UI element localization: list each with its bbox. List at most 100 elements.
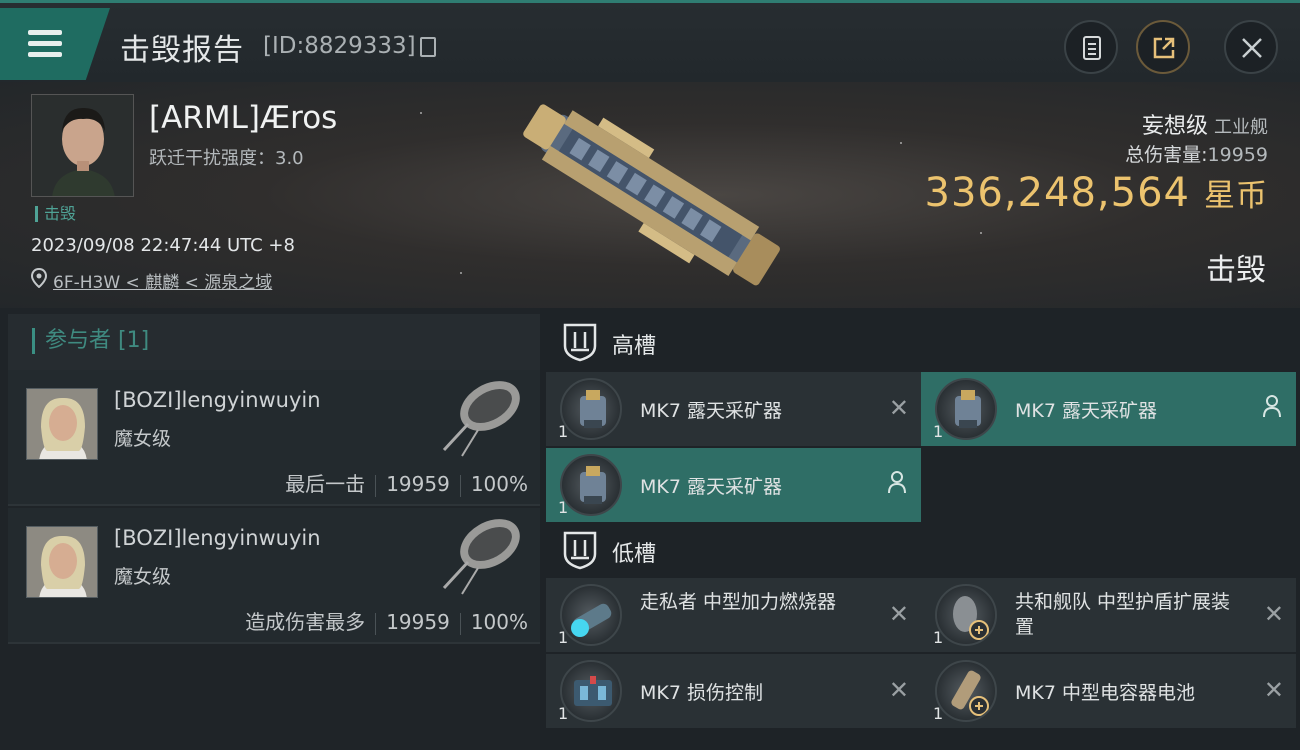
- top-bar: 击毁报告 [ID:8829333]: [0, 0, 1300, 82]
- attacker-percent: 100%: [470, 472, 528, 496]
- mining-laser-icon-art: [580, 466, 606, 504]
- divider: [375, 612, 377, 635]
- attacker-ship-icon[interactable]: [438, 510, 528, 600]
- total-damage-value: 19959: [1207, 144, 1268, 166]
- divider: [459, 612, 461, 635]
- share-button[interactable]: [1136, 20, 1190, 74]
- shield-extender-icon-art: [953, 596, 989, 640]
- attacker-portrait[interactable]: [26, 388, 98, 460]
- star: [420, 112, 422, 114]
- module-quantity: 1: [933, 704, 944, 723]
- mining-laser-icon-art: [955, 390, 981, 428]
- module-name: 共和舰队 中型护盾扩展装置: [1015, 591, 1231, 638]
- module-quantity: 1: [933, 422, 944, 441]
- afterburner-icon: [560, 584, 622, 646]
- attacker-name[interactable]: [BOZI]lengyinwuyin: [114, 526, 321, 550]
- close-icon: [1242, 38, 1262, 58]
- victim-name[interactable]: [ARML]Æros: [149, 100, 337, 136]
- slot-shield-icon: [563, 531, 597, 570]
- attacker-stats: 最后一击 19959 100%: [285, 468, 528, 497]
- total-damage: 总伤害量:19959: [1125, 140, 1268, 167]
- isk-unit: 星币: [1204, 178, 1268, 214]
- victim-portrait[interactable]: [31, 94, 134, 197]
- pilot-portrait-icon: [32, 95, 133, 196]
- clipboard-icon: [1083, 36, 1101, 60]
- destroyed-x-icon: ✕: [1263, 600, 1284, 628]
- destroyed-x-icon: ✕: [888, 394, 909, 422]
- module-item[interactable]: 1 共和舰队 中型护盾扩展装置 ✕: [921, 578, 1296, 652]
- damage-control-icon: [560, 660, 622, 722]
- capacitor-battery-icon: [935, 660, 997, 722]
- low-slot-label: 低槽: [612, 542, 657, 567]
- page-title: 击毁报告: [120, 33, 244, 68]
- attacker-role: 造成伤害最多: [245, 610, 366, 634]
- module-quantity: 1: [558, 628, 569, 647]
- star: [460, 272, 462, 274]
- clipboard-button[interactable]: [1064, 20, 1118, 74]
- module-item[interactable]: 1 MK7 露天采矿器: [921, 372, 1296, 446]
- module-item[interactable]: 1 走私者 中型加力燃烧器 ✕: [546, 578, 921, 652]
- menu-button[interactable]: [0, 8, 110, 80]
- close-button[interactable]: [1224, 20, 1278, 74]
- attacker-avatar-icon: [27, 389, 97, 459]
- fitting-panel: 高槽 1 MK7 露天采矿器 ✕ 1 MK7 露天采矿器 1 MK7 露天采矿器: [540, 308, 1300, 750]
- star: [900, 142, 902, 144]
- kill-id: [ID:8829333]: [263, 33, 416, 59]
- destroyed-x-icon: ✕: [1263, 676, 1284, 704]
- destroyed-x-icon: ✕: [888, 676, 909, 704]
- kill-location[interactable]: 6F-H3W < 麒麟 < 源泉之域: [31, 268, 272, 293]
- kill-result: 击毁: [1206, 253, 1266, 288]
- attacker-stats: 造成伤害最多 19959 100%: [245, 606, 528, 635]
- kill-datetime: 2023/09/08 22:47:44 UTC +8: [31, 235, 295, 256]
- mining-laser-icon: [560, 378, 622, 440]
- isk-amount: 336,248,564: [924, 170, 1190, 216]
- module-item[interactable]: 1 MK7 损伤控制 ✕: [546, 654, 921, 728]
- user-icon: [888, 471, 906, 494]
- mining-laser-icon-art: [580, 390, 606, 428]
- victim-ship-image[interactable]: [510, 102, 790, 287]
- attacker-damage: 19959: [386, 472, 450, 496]
- capacitor-battery-icon-art: [951, 670, 989, 716]
- star: [980, 232, 982, 234]
- mining-laser-icon: [560, 454, 622, 516]
- high-slot-header: 高槽: [546, 312, 1300, 372]
- attacker-card[interactable]: [BOZI]lengyinwuyin 魔女级 最后一击 19959 100%: [8, 370, 540, 506]
- warp-disruption: 跃迁干扰强度：3.0: [149, 148, 304, 169]
- module-quantity: 1: [558, 498, 569, 517]
- module-quantity: 1: [558, 704, 569, 723]
- attacker-ship: 魔女级: [114, 428, 172, 450]
- mining-laser-icon: [935, 378, 997, 440]
- module-item[interactable]: 1 MK7 露天采矿器 ✕: [546, 372, 921, 446]
- module-item[interactable]: 1 MK7 露天采矿器: [546, 448, 921, 522]
- module-name: 走私者 中型加力燃烧器: [640, 591, 837, 613]
- user-icon: [1263, 395, 1281, 418]
- menu-icon: [28, 30, 62, 35]
- attacker-avatar-icon: [27, 527, 97, 597]
- attacker-damage: 19959: [386, 610, 450, 634]
- location-link[interactable]: 6F-H3W < 麒麟 < 源泉之域: [53, 273, 272, 293]
- module-name: MK7 中型电容器电池: [1015, 682, 1195, 704]
- divider: [375, 474, 377, 497]
- module-item[interactable]: 1 MK7 中型电容器电池 ✕: [921, 654, 1296, 728]
- ship-class-name: 妄想级: [1141, 114, 1208, 139]
- menu-icon-bar: [28, 41, 62, 46]
- copy-icon[interactable]: [420, 37, 436, 57]
- destroyed-x-icon: ✕: [888, 600, 909, 628]
- afterburner-icon-art: [571, 603, 612, 637]
- participants-header[interactable]: 参与者 [1]: [8, 314, 540, 370]
- module-name: MK7 露天采矿器: [1015, 400, 1157, 422]
- isk-value: 336,248,564 星币: [925, 170, 1268, 216]
- attacker-name[interactable]: [BOZI]lengyinwuyin: [114, 388, 321, 412]
- location-pin-icon: [31, 268, 47, 288]
- attacker-card[interactable]: [BOZI]lengyinwuyin 魔女级 造成伤害最多 19959 100%: [8, 508, 540, 644]
- damage-control-icon-art: [574, 676, 612, 706]
- attacker-ship-icon[interactable]: [438, 372, 528, 462]
- attacker-percent: 100%: [470, 610, 528, 634]
- kill-summary: [ARML]Æros 跃迁干扰强度：3.0 击毁 2023/09/08 22:4…: [0, 82, 1300, 308]
- high-slot-label: 高槽: [612, 334, 657, 359]
- attacker-portrait[interactable]: [26, 526, 98, 598]
- attacker-ship: 魔女级: [114, 566, 172, 588]
- divider: [459, 474, 461, 497]
- slot-shield-icon: [563, 323, 597, 362]
- victim-ship-class: 妄想级 工业舰: [1142, 108, 1268, 140]
